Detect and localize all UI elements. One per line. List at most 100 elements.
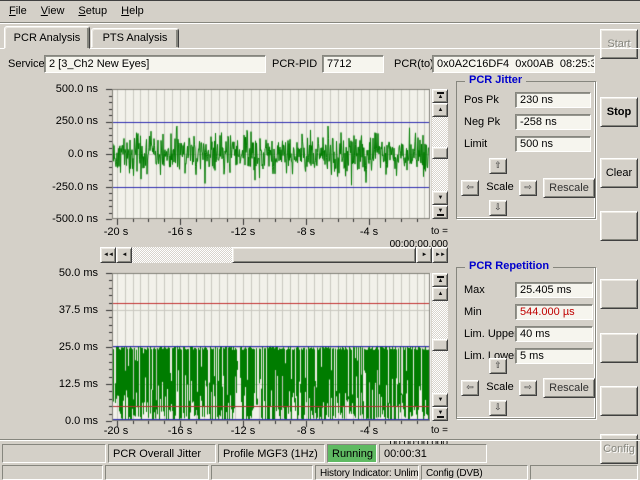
scroll-top-button[interactable]: ▲ [432, 273, 448, 287]
y-tick-label: 0.0 ms [8, 415, 98, 427]
x-tick-label: -12 s [222, 425, 264, 437]
status-cell-profile: Profile MGF3 (1Hz) [218, 444, 325, 463]
limit-label: Limit [464, 136, 487, 152]
clear-button[interactable]: Clear [600, 158, 638, 188]
y-tick-label: 12.5 ms [8, 378, 98, 390]
arrow-down-icon: ⇩ [494, 404, 502, 413]
tab-panel-edge [0, 48, 640, 49]
arrow-up-icon: ▲ [438, 107, 443, 113]
scroll-up-button[interactable]: ▲ [432, 287, 448, 301]
service-field[interactable]: 2 [3_Ch2 New Eyes] [44, 55, 266, 73]
blank-button [600, 279, 638, 309]
blank-button [600, 386, 638, 416]
scroll-far-left-button[interactable]: ◄◄ [100, 247, 116, 263]
min-field: 544.000 µs [515, 304, 593, 320]
y-tick-label: -500.0 ns [8, 213, 98, 225]
arrow-right-icon: ► [422, 252, 427, 258]
pos-pk-label: Pos Pk [464, 92, 499, 108]
scroll-down-button[interactable]: ▼ [432, 191, 448, 205]
status-cell-empty [2, 465, 103, 480]
x-tick-label: -20 s [95, 226, 137, 238]
scale-down-button[interactable]: ⇩ [489, 400, 507, 416]
arrow-down-icon: ▼ [438, 195, 443, 201]
scroll-left-button[interactable]: ◄ [116, 247, 132, 263]
scroll-thumb[interactable] [232, 247, 416, 263]
status-timer: 00:00:31 [379, 444, 487, 463]
scale-left-button[interactable]: ⇦ [461, 380, 479, 396]
rescale-button[interactable]: Rescale [543, 178, 595, 198]
double-arrow-right-icon: ►► [435, 252, 445, 258]
scroll-up-button[interactable]: ▲ [432, 103, 448, 117]
scroll-bottom-button[interactable]: ▼ [432, 407, 448, 421]
scroll-down-button[interactable]: ▼ [432, 393, 448, 407]
scale-label: Scale [483, 181, 517, 193]
scale-down-button[interactable]: ⇩ [489, 200, 507, 216]
y-tick-label: 500.0 ns [8, 83, 98, 95]
neg-pk-label: Neg Pk [464, 114, 500, 130]
scale-left-button[interactable]: ⇦ [461, 180, 479, 196]
x-tick-label: -20 s [95, 425, 137, 437]
repetition-chart [100, 267, 436, 431]
arrow-down-icon: ⇩ [494, 204, 502, 213]
arrow-right-icon: ⇨ [524, 184, 532, 193]
y-tick-label: 37.5 ms [8, 304, 98, 316]
pcr-repetition-groupbox: PCR Repetition Max 25.405 ms Min 544.000… [456, 267, 596, 419]
scale-right-button[interactable]: ⇨ [519, 180, 537, 196]
pcr-pid-field[interactable]: 7712 [322, 55, 384, 73]
scale-label: Scale [483, 381, 517, 393]
limit-field[interactable]: 500 ns [515, 136, 591, 152]
lim-upper-field[interactable]: 40 ms [515, 326, 593, 342]
tab-pcr-analysis[interactable]: PCR Analysis [4, 26, 90, 49]
menu-item-view[interactable]: View [34, 3, 72, 20]
scroll-thumb[interactable] [432, 339, 448, 351]
scroll-top-button[interactable]: ▲ [432, 89, 448, 103]
scroll-far-right-button[interactable]: ►► [432, 247, 448, 263]
status-cell-empty [2, 444, 106, 463]
bar-icon [437, 214, 444, 216]
service-label: Service [8, 55, 45, 73]
y-tick-label: 50.0 ms [8, 267, 98, 279]
jitter-chart [100, 83, 436, 229]
menu-item-file[interactable]: File [2, 3, 34, 20]
pcr-to-label: PCR(to) [394, 55, 434, 73]
status-history-indicator: History Indicator: Unlimited [315, 465, 419, 480]
status-separator [0, 439, 640, 441]
bar-icon [437, 416, 444, 418]
scale-up-button[interactable]: ⇧ [489, 158, 507, 174]
scroll-right-button[interactable]: ► [416, 247, 432, 263]
blank-button [600, 333, 638, 363]
pos-pk-field: 230 ns [515, 92, 591, 108]
y-tick-label: -250.0 ns [8, 181, 98, 193]
menu-item-help[interactable]: Help [114, 3, 151, 20]
scroll-bottom-button[interactable]: ▼ [432, 205, 448, 219]
max-field: 25.405 ms [515, 282, 593, 298]
scale-right-button[interactable]: ⇨ [519, 380, 537, 396]
lim-upper-label: Lim. Upper [464, 326, 518, 342]
tab-pts-analysis[interactable]: PTS Analysis [91, 28, 179, 48]
arrow-up-icon: ▲ [438, 278, 443, 284]
arrow-up-icon: ⇧ [494, 362, 502, 371]
pcr-pid-label: PCR-PID [272, 55, 317, 73]
arrow-left-icon: ⇦ [466, 384, 474, 393]
arrow-left-icon: ◄ [122, 252, 127, 258]
arrow-right-icon: ⇨ [524, 384, 532, 393]
status-running-badge: Running [327, 444, 377, 463]
x-tick-label: -16 s [159, 425, 201, 437]
menu-item-setup[interactable]: Setup [71, 3, 114, 20]
rescale-button[interactable]: Rescale [543, 378, 595, 398]
y-tick-label: 0.0 ns [8, 148, 98, 160]
groupbox-title: PCR Repetition [465, 260, 553, 272]
menu-separator [0, 22, 640, 24]
scale-up-button[interactable]: ⇧ [489, 358, 507, 374]
status-cell-empty [211, 465, 313, 480]
groupbox-title: PCR Jitter [465, 74, 526, 86]
scroll-thumb[interactable] [432, 147, 448, 159]
lim-lower-field[interactable]: 5 ms [515, 348, 593, 364]
menu-bar: File View Setup Help [0, 1, 640, 22]
status-cell-empty [105, 465, 209, 480]
stop-button[interactable]: Stop [600, 97, 638, 127]
y-tick-label: 250.0 ns [8, 115, 98, 127]
start-button[interactable]: Start [600, 29, 638, 59]
arrow-left-icon: ⇦ [466, 184, 474, 193]
x-tick-label: -12 s [222, 226, 264, 238]
